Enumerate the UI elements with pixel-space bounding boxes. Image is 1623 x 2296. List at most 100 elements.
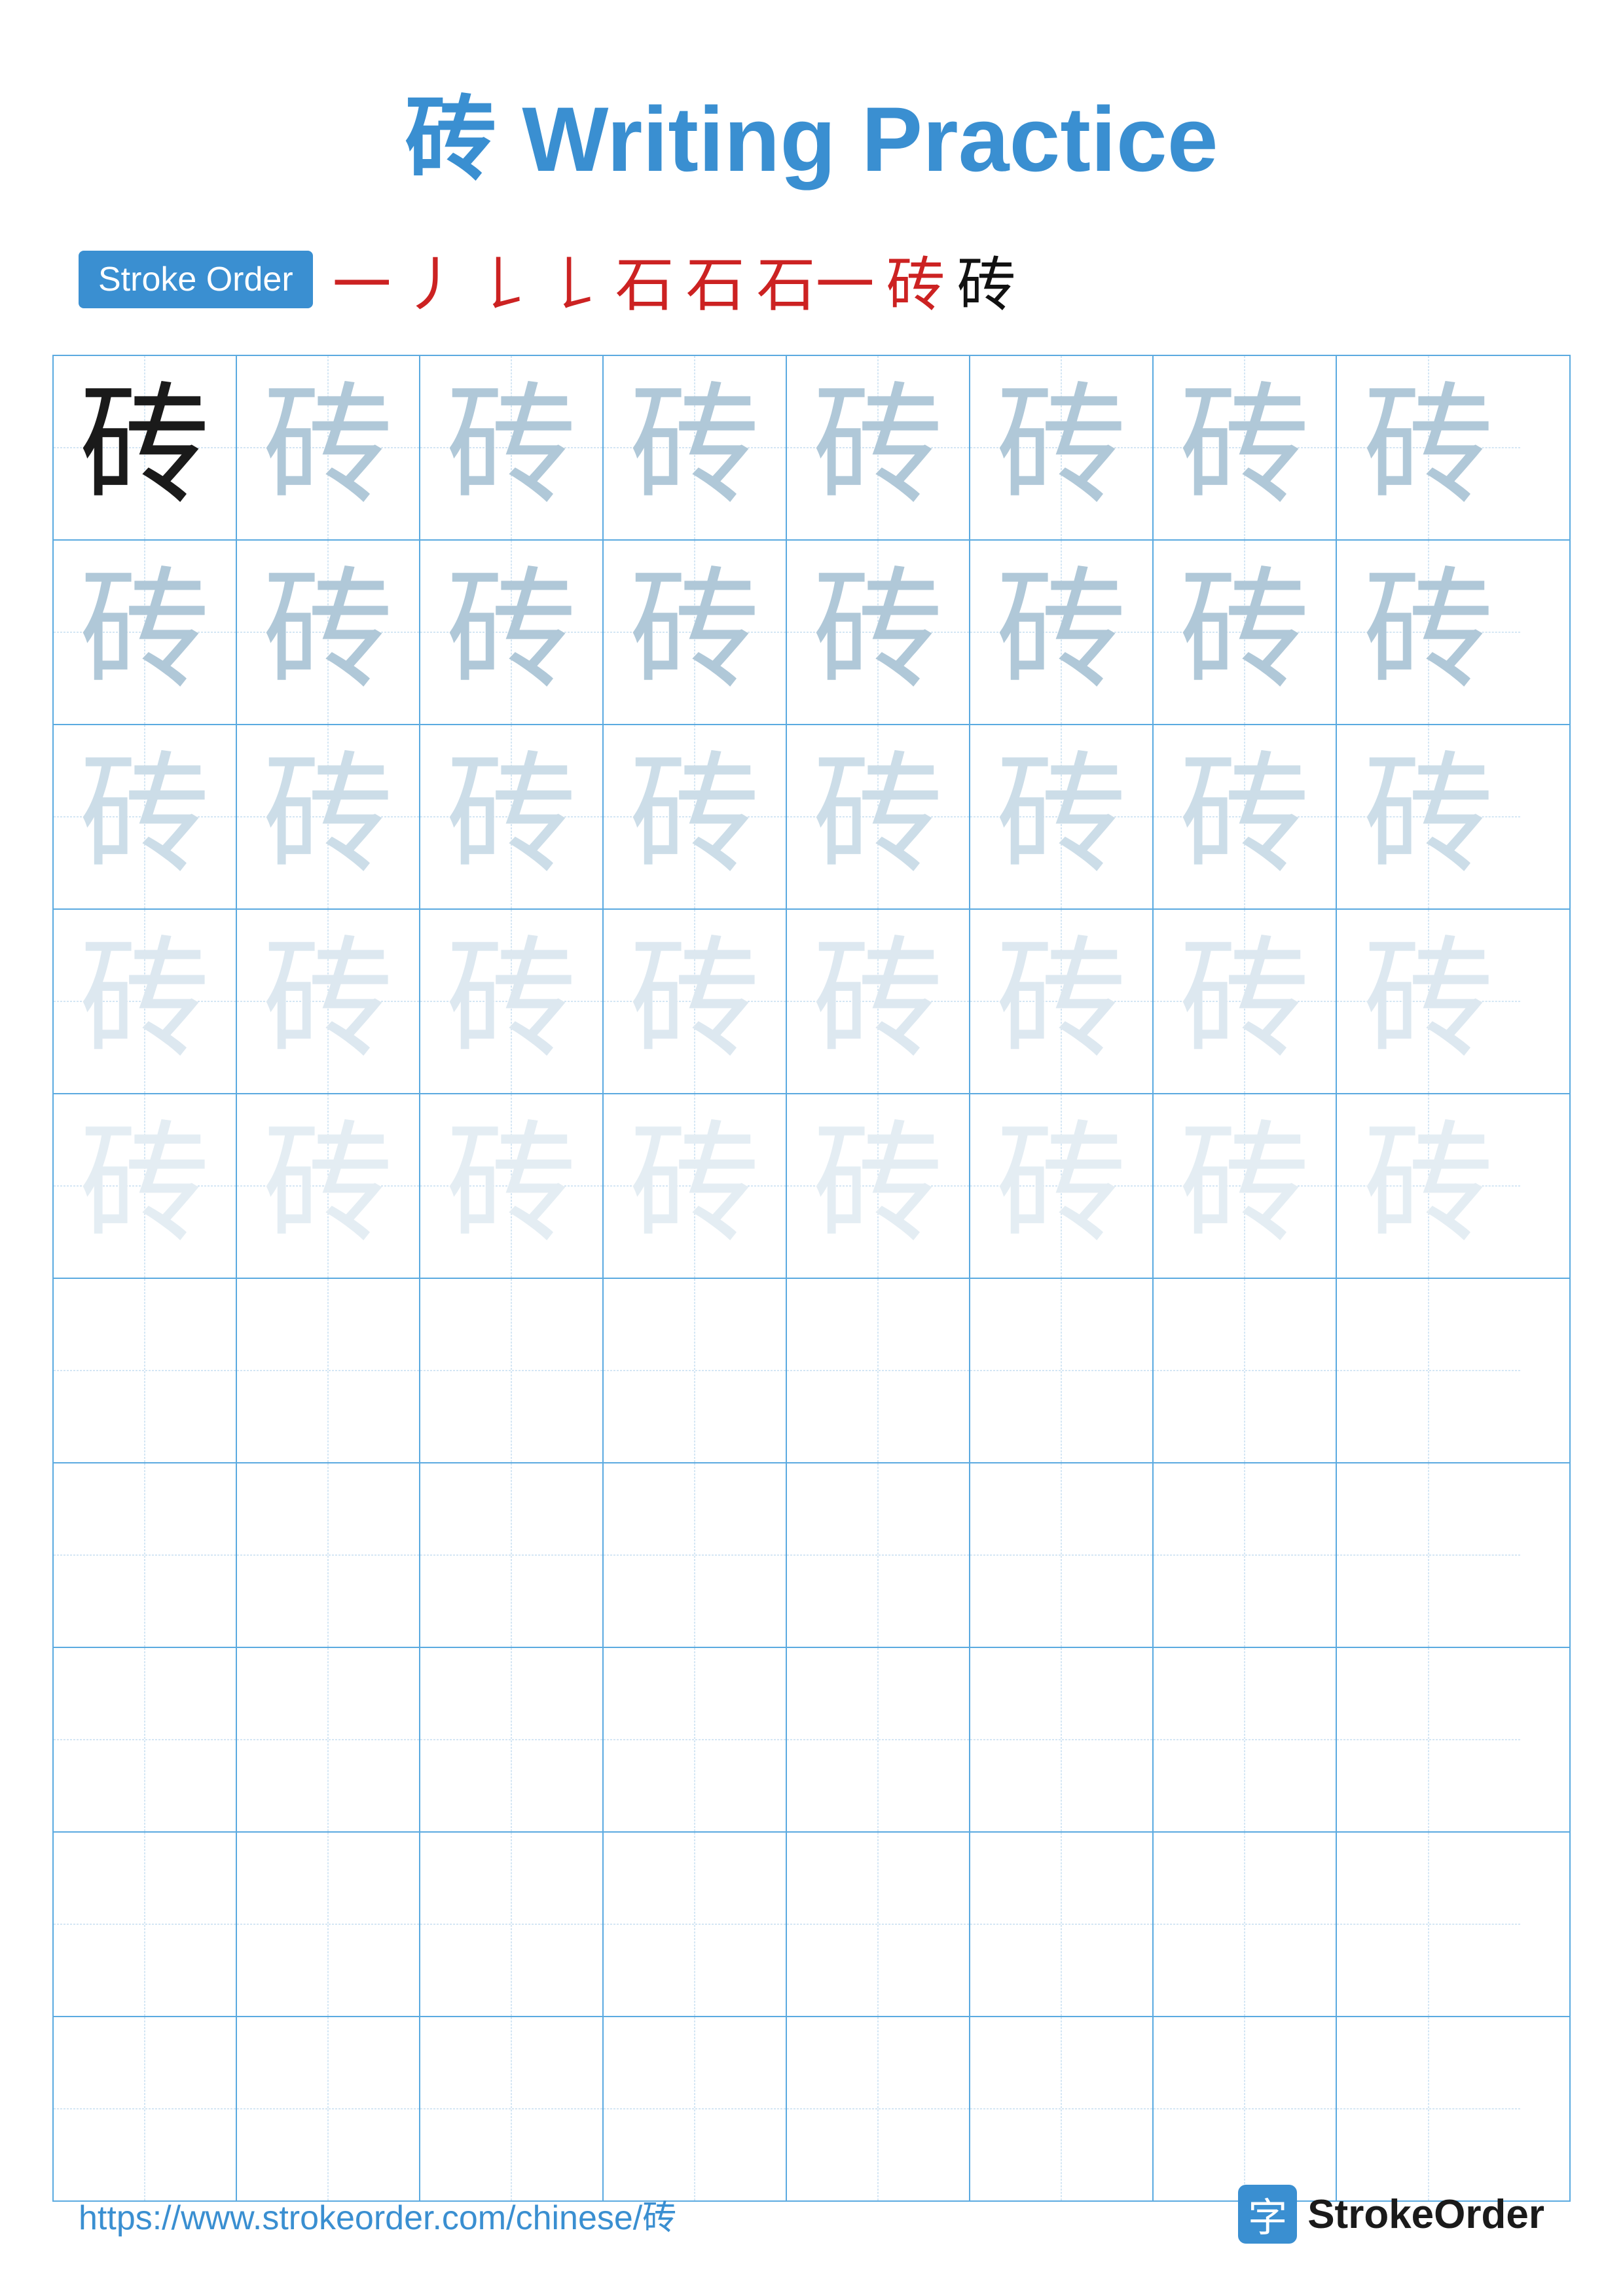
grid-row-3: 砖 砖 砖 砖 砖 砖 砖 砖	[54, 725, 1569, 910]
grid-cell[interactable]: 砖	[1154, 725, 1337, 908]
grid-cell-empty[interactable]	[604, 1648, 787, 1831]
grid-cell[interactable]: 砖	[604, 910, 787, 1093]
grid-cell-empty[interactable]	[1337, 1833, 1520, 2016]
grid-cell-empty[interactable]	[420, 1463, 604, 1647]
footer-url[interactable]: https://www.strokeorder.com/chinese/砖	[79, 2190, 676, 2239]
grid-row-1: 砖 砖 砖 砖 砖 砖 砖 砖	[54, 356, 1569, 541]
grid-cell[interactable]: 砖	[54, 541, 237, 724]
grid-cell[interactable]: 砖	[787, 725, 970, 908]
grid-cell[interactable]: 砖	[970, 725, 1154, 908]
grid-cell[interactable]: 砖	[237, 1094, 420, 1278]
grid-cell[interactable]: 砖	[604, 356, 787, 539]
grid-cell-empty[interactable]	[54, 1463, 237, 1647]
grid-cell-empty[interactable]	[1154, 2017, 1337, 2200]
title-character: 砖	[405, 90, 496, 191]
grid-cell-empty[interactable]	[970, 1279, 1154, 1462]
grid-cell-empty[interactable]	[420, 1833, 604, 2016]
grid-cell-empty[interactable]	[787, 1463, 970, 1647]
grid-cell[interactable]: 砖	[54, 910, 237, 1093]
practice-char: 砖	[1179, 382, 1310, 513]
grid-cell[interactable]: 砖	[54, 1094, 237, 1278]
grid-cell[interactable]: 砖	[54, 356, 237, 539]
grid-cell[interactable]: 砖	[787, 1094, 970, 1278]
grid-cell[interactable]: 砖	[787, 356, 970, 539]
grid-cell[interactable]: 砖	[1337, 541, 1520, 724]
grid-cell-empty[interactable]	[787, 2017, 970, 2200]
practice-char: 砖	[996, 751, 1127, 882]
grid-cell[interactable]: 砖	[1154, 356, 1337, 539]
grid-cell[interactable]: 砖	[1154, 1094, 1337, 1278]
grid-cell-empty[interactable]	[237, 1833, 420, 2016]
practice-char: 砖	[79, 751, 210, 882]
grid-cell[interactable]: 砖	[604, 725, 787, 908]
grid-cell-empty[interactable]	[1154, 1279, 1337, 1462]
grid-cell-empty[interactable]	[54, 1648, 237, 1831]
grid-cell-empty[interactable]	[237, 1279, 420, 1462]
grid-cell-empty[interactable]	[787, 1279, 970, 1462]
grid-cell-empty[interactable]	[970, 1463, 1154, 1647]
grid-cell[interactable]: 砖	[1154, 910, 1337, 1093]
grid-cell-empty[interactable]	[970, 1833, 1154, 2016]
grid-cell[interactable]: 砖	[420, 541, 604, 724]
practice-char: 砖	[629, 382, 760, 513]
grid-cell[interactable]: 砖	[787, 910, 970, 1093]
grid-cell-empty[interactable]	[54, 1833, 237, 2016]
grid-cell[interactable]: 砖	[237, 356, 420, 539]
grid-cell-empty[interactable]	[1154, 1463, 1337, 1647]
grid-cell[interactable]: 砖	[54, 725, 237, 908]
grid-cell[interactable]: 砖	[1337, 910, 1520, 1093]
grid-cell[interactable]: 砖	[1337, 725, 1520, 908]
practice-char: 砖	[1179, 751, 1310, 882]
grid-cell-empty[interactable]	[54, 2017, 237, 2200]
practice-char: 砖	[263, 751, 393, 882]
grid-cell[interactable]: 砖	[1337, 1094, 1520, 1278]
grid-cell-empty[interactable]	[1337, 2017, 1520, 2200]
grid-cell[interactable]: 砖	[237, 910, 420, 1093]
grid-cell[interactable]: 砖	[787, 541, 970, 724]
page-title: 砖 Writing Practice	[0, 0, 1623, 198]
grid-cell-empty[interactable]	[604, 1833, 787, 2016]
stroke-9: 砖	[957, 237, 1016, 322]
grid-cell-empty[interactable]	[420, 1279, 604, 1462]
grid-cell-empty[interactable]	[1337, 1279, 1520, 1462]
grid-cell[interactable]: 砖	[604, 1094, 787, 1278]
grid-cell-empty[interactable]	[970, 1648, 1154, 1831]
grid-cell[interactable]: 砖	[237, 725, 420, 908]
grid-cell-empty[interactable]	[420, 1648, 604, 1831]
grid-cell-empty[interactable]	[787, 1833, 970, 2016]
grid-cell-empty[interactable]	[54, 1279, 237, 1462]
stroke-4: 𠄌	[545, 237, 604, 322]
grid-cell-empty[interactable]	[970, 2017, 1154, 2200]
grid-cell-empty[interactable]	[1154, 1648, 1337, 1831]
grid-row-2: 砖 砖 砖 砖 砖 砖 砖 砖	[54, 541, 1569, 725]
grid-cell-empty[interactable]	[1337, 1648, 1520, 1831]
practice-char: 砖	[1179, 936, 1310, 1067]
grid-cell[interactable]: 砖	[420, 356, 604, 539]
stroke-5: 石	[615, 237, 674, 322]
practice-char: 砖	[263, 936, 393, 1067]
grid-cell[interactable]: 砖	[420, 1094, 604, 1278]
grid-cell-empty[interactable]	[420, 2017, 604, 2200]
grid-cell[interactable]: 砖	[420, 725, 604, 908]
grid-cell-empty[interactable]	[237, 2017, 420, 2200]
grid-cell[interactable]: 砖	[970, 1094, 1154, 1278]
grid-cell[interactable]: 砖	[237, 541, 420, 724]
grid-cell[interactable]: 砖	[970, 541, 1154, 724]
grid-cell[interactable]: 砖	[604, 541, 787, 724]
grid-cell[interactable]: 砖	[420, 910, 604, 1093]
grid-cell-empty[interactable]	[604, 1463, 787, 1647]
practice-char: 砖	[812, 936, 943, 1067]
practice-char: 砖	[263, 382, 393, 513]
grid-cell-empty[interactable]	[1154, 1833, 1337, 2016]
grid-cell[interactable]: 砖	[1337, 356, 1520, 539]
grid-cell[interactable]: 砖	[1154, 541, 1337, 724]
grid-cell-empty[interactable]	[604, 2017, 787, 2200]
grid-cell[interactable]: 砖	[970, 910, 1154, 1093]
grid-cell-empty[interactable]	[787, 1648, 970, 1831]
grid-cell-empty[interactable]	[604, 1279, 787, 1462]
grid-cell[interactable]: 砖	[970, 356, 1154, 539]
grid-cell-empty[interactable]	[1337, 1463, 1520, 1647]
grid-cell-empty[interactable]	[237, 1648, 420, 1831]
grid-cell-empty[interactable]	[237, 1463, 420, 1647]
practice-char: 砖	[79, 1121, 210, 1251]
